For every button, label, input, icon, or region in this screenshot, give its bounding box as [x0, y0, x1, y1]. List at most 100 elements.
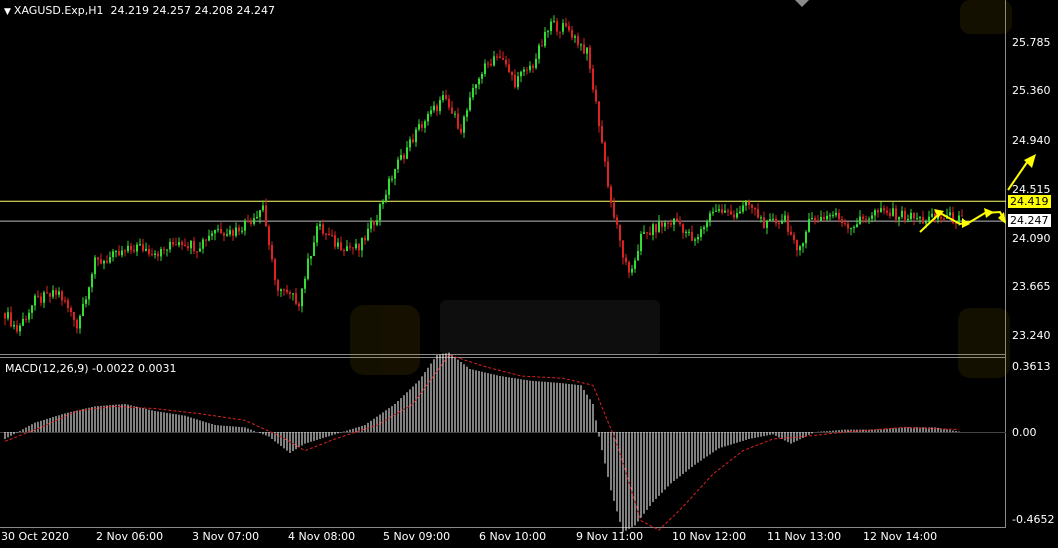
candle [244, 218, 246, 236]
candle [577, 32, 579, 49]
macd-axis-label: 0.3613 [1012, 360, 1051, 373]
candle [895, 204, 897, 224]
candle [730, 204, 732, 215]
candle [799, 244, 801, 256]
candle [31, 304, 33, 320]
candle [43, 290, 45, 308]
candle [928, 210, 930, 223]
candle [421, 121, 423, 132]
candle [913, 212, 915, 225]
candle [427, 111, 429, 126]
candle [310, 255, 312, 266]
candle [814, 215, 816, 225]
candle [268, 224, 270, 251]
candle [118, 245, 120, 257]
candle [61, 289, 63, 306]
candle [742, 200, 744, 214]
time-label: 4 Nov 08:00 [288, 530, 356, 543]
candle [352, 247, 354, 255]
candle [796, 239, 798, 257]
price-label: 25.360 [1012, 84, 1051, 97]
candle [313, 235, 315, 257]
candle [664, 220, 666, 232]
candle [580, 43, 582, 51]
candle [865, 215, 867, 224]
candle [766, 219, 768, 235]
candle [55, 287, 57, 300]
candle [202, 237, 204, 254]
chart-canvas[interactable] [0, 0, 1058, 548]
candle [340, 236, 342, 252]
candle [862, 213, 864, 224]
candle [298, 301, 300, 311]
candle [439, 96, 441, 115]
candle [394, 168, 396, 186]
candle [493, 50, 495, 67]
price-label: 24.090 [1012, 232, 1051, 245]
candle [853, 225, 855, 233]
candle [229, 225, 231, 237]
candle [739, 205, 741, 215]
candle [655, 223, 657, 239]
candle [466, 108, 468, 122]
candle [736, 208, 738, 220]
candle [541, 39, 543, 47]
caret-down-icon[interactable]: ▼ [4, 7, 11, 17]
candle [349, 242, 351, 251]
candle [640, 231, 642, 256]
candle [379, 202, 381, 226]
candle [724, 203, 726, 213]
candle [73, 311, 75, 327]
candle [40, 292, 42, 307]
candle [805, 230, 807, 249]
candle [319, 221, 321, 231]
candle [751, 203, 753, 214]
candle [709, 210, 711, 227]
arrow-head-icon [1024, 154, 1036, 168]
candle [826, 210, 828, 222]
candle [445, 89, 447, 101]
candle [529, 61, 531, 73]
candle [22, 312, 24, 327]
candle [220, 222, 222, 234]
candle [634, 257, 636, 273]
candle [508, 58, 510, 74]
candle [265, 198, 267, 227]
candle [625, 254, 627, 266]
candle [487, 60, 489, 69]
candle [322, 219, 324, 236]
candle [292, 292, 294, 301]
candle [151, 248, 153, 257]
candle [187, 242, 189, 252]
candle [223, 231, 225, 242]
candle [400, 149, 402, 161]
price-label: 25.785 [1012, 36, 1051, 49]
candle [361, 237, 363, 258]
candle [553, 15, 555, 23]
candle [841, 216, 843, 227]
candle [727, 208, 729, 216]
candle [499, 49, 501, 59]
candle [586, 47, 588, 61]
candle [34, 293, 36, 311]
candle [598, 101, 600, 133]
candle [325, 232, 327, 241]
candle [52, 285, 54, 299]
candle [559, 31, 561, 39]
candle [424, 119, 426, 133]
candle [358, 243, 360, 258]
candle [610, 184, 612, 208]
candle [532, 63, 534, 73]
candle [382, 199, 384, 209]
symbol-header: ▼ XAGUSD.Exp,H1 24.219 24.257 24.208 24.2… [4, 4, 275, 19]
candle [691, 225, 693, 242]
candle [109, 251, 111, 264]
candle [256, 210, 258, 220]
candle [910, 208, 912, 222]
time-label: 5 Nov 09:00 [383, 530, 451, 543]
candle [64, 296, 66, 304]
candle [847, 221, 849, 234]
candle [115, 250, 117, 258]
candle [667, 221, 669, 230]
chart-shift-marker[interactable] [795, 0, 809, 7]
